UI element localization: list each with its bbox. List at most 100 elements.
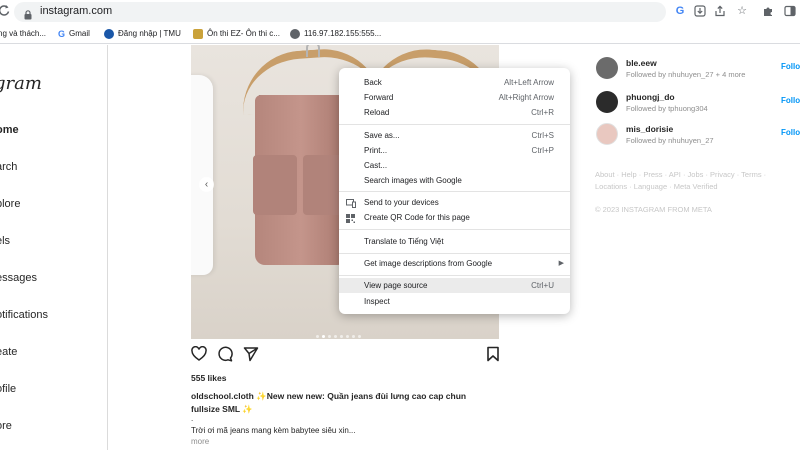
context-menu: Back Alt+Left Arrow Forward Alt+Right Arro… (339, 68, 570, 314)
caption: oldschool.cloth ✨New new new: Quần jeans… (191, 390, 491, 415)
menu-item-view-source[interactable]: View page source Ctrl+U (339, 278, 570, 293)
carousel-dot (316, 335, 319, 338)
carousel-dot (346, 335, 349, 338)
nav-more[interactable]: ore (0, 420, 12, 432)
share-icon[interactable] (243, 346, 259, 362)
hanger-hook (306, 45, 320, 57)
star-icon[interactable]: ☆ (736, 5, 748, 17)
chevron-left-icon[interactable]: ‹ (199, 177, 214, 192)
menu-item-cast[interactable]: Cast... (339, 158, 570, 173)
menu-item-image-descriptions[interactable]: Get image descriptions from Google ▶ (339, 256, 570, 271)
menu-label: Create QR Code for this page (364, 213, 470, 222)
menu-label: Cast... (364, 161, 388, 170)
menu-label: Back (364, 78, 382, 87)
download-icon[interactable] (694, 5, 706, 17)
nav-create[interactable]: eate (0, 346, 17, 358)
bookmark-label: ng và thách... (0, 29, 47, 38)
tmu-icon (104, 28, 114, 39)
extensions-icon[interactable] (762, 5, 774, 17)
menu-item-inspect[interactable]: Inspect (339, 294, 570, 309)
menu-item-forward[interactable]: Forward Alt+Right Arrow (339, 90, 570, 105)
shorts-leg (253, 155, 297, 215)
avatar[interactable] (596, 91, 618, 113)
menu-label: Print... (364, 146, 388, 155)
avatar[interactable] (596, 57, 618, 79)
carousel-dot (334, 335, 337, 338)
carousel-dot (322, 335, 325, 338)
menu-separator (339, 275, 570, 276)
menu-label: Inspect (364, 297, 390, 306)
globe-icon (290, 28, 300, 39)
suggestion-name[interactable]: ble.eew (626, 58, 657, 68)
suggestion-row: mis_dorisie Followed by nhuhuyen_27 Foll… (596, 123, 800, 147)
menu-item-search-images[interactable]: Search images with Google (339, 173, 570, 188)
suggestion-row: phuongj_do Followed by tphuong304 Follow (596, 91, 800, 115)
share-icon[interactable] (714, 5, 726, 17)
bookmark-item-tmu[interactable]: Đăng nhập | TMU (104, 28, 181, 40)
suggestion-row: ble.eew Followed by nhuhuyen_27 + 4 more… (596, 57, 800, 81)
google-icon: G (58, 29, 66, 39)
google-icon[interactable]: G (674, 5, 686, 17)
follow-button[interactable]: Follow (781, 62, 800, 71)
suggestion-name[interactable]: mis_dorisie (626, 124, 673, 134)
nav-explore[interactable]: plore (0, 198, 20, 210)
likes-count[interactable]: 555 likes (191, 373, 226, 383)
caption-dot: . (191, 414, 194, 423)
bookmark-item-ip[interactable]: 116.97.182.155:555... (290, 28, 381, 40)
bookmark-icon[interactable] (485, 346, 501, 362)
carousel-dots (316, 325, 364, 338)
nav-messages[interactable]: essages (0, 272, 37, 284)
menu-label: Save as... (364, 131, 400, 140)
menu-shortcut: Alt+Right Arrow (498, 93, 554, 102)
carousel-dot (340, 335, 343, 338)
menu-label: Send to your devices (364, 198, 439, 207)
nav-profile[interactable]: ofile (0, 383, 16, 395)
bookmark-label: Ôn thi EZ- Ôn thi c... (207, 29, 280, 38)
caption-username[interactable]: oldschool.cloth (191, 391, 254, 401)
suggestion-subtext: Followed by nhuhuyen_27 + 4 more (626, 70, 746, 79)
shirt-image (191, 75, 213, 275)
nav-reels[interactable]: els (0, 235, 10, 247)
menu-item-save-as[interactable]: Save as... Ctrl+S (339, 128, 570, 143)
reload-icon[interactable] (0, 3, 12, 19)
carousel-dot (358, 335, 361, 338)
comment-icon[interactable] (217, 346, 233, 362)
menu-item-send-devices[interactable]: Send to your devices (339, 195, 570, 210)
more-link[interactable]: more (191, 437, 209, 446)
bookmark-item[interactable]: ng và thách... (0, 28, 46, 40)
menu-label: Reload (364, 108, 390, 117)
nav-home[interactable]: ome (0, 124, 19, 136)
bookmark-item-gmail[interactable]: G Gmail (58, 28, 90, 40)
menu-item-translate[interactable]: Translate to Tiếng Việt (339, 234, 570, 249)
devices-icon (346, 198, 356, 208)
bookmark-label: Gmail (69, 29, 90, 39)
menu-label: View page source (364, 281, 428, 290)
folder-icon (193, 28, 203, 39)
address-bar[interactable]: instagram.com (14, 2, 666, 22)
menu-shortcut: Ctrl+S (531, 131, 554, 140)
menu-item-print[interactable]: Print... Ctrl+P (339, 143, 570, 158)
suggestion-name[interactable]: phuongj_do (626, 92, 675, 102)
menu-shortcut: Ctrl+P (531, 146, 554, 155)
footer-links[interactable]: About · Help · Press · API · Jobs · Priv… (595, 169, 800, 193)
menu-item-reload[interactable]: Reload Ctrl+R (339, 105, 570, 120)
carousel-dot (352, 335, 355, 338)
menu-shortcut: Ctrl+U (531, 281, 554, 290)
menu-item-back[interactable]: Back Alt+Left Arrow (339, 75, 570, 90)
avatar[interactable] (596, 123, 618, 145)
sidepanel-icon[interactable] (784, 5, 796, 17)
bookmark-item-onthi[interactable]: Ôn thi EZ- Ôn thi c... (193, 28, 280, 40)
heart-icon[interactable] (191, 345, 207, 362)
nav-notifications[interactable]: otifications (0, 309, 48, 321)
browser-toolbar: instagram.com G ☆ (0, 0, 800, 24)
menu-separator (339, 191, 570, 192)
suggestion-subtext: Followed by nhuhuyen_27 (626, 136, 714, 145)
sidebar: gram ome arch plore els essages otificat… (0, 45, 108, 450)
instagram-logo[interactable]: gram (0, 73, 42, 94)
menu-item-qr-code[interactable]: Create QR Code for this page (339, 210, 570, 225)
lock-icon (24, 7, 32, 20)
bookmarks-bar: ng và thách... G Gmail Đăng nhập | TMU Ôn… (0, 24, 800, 44)
follow-button[interactable]: Follow (781, 128, 800, 137)
nav-search[interactable]: arch (0, 161, 17, 173)
follow-button[interactable]: Follow (781, 96, 800, 105)
